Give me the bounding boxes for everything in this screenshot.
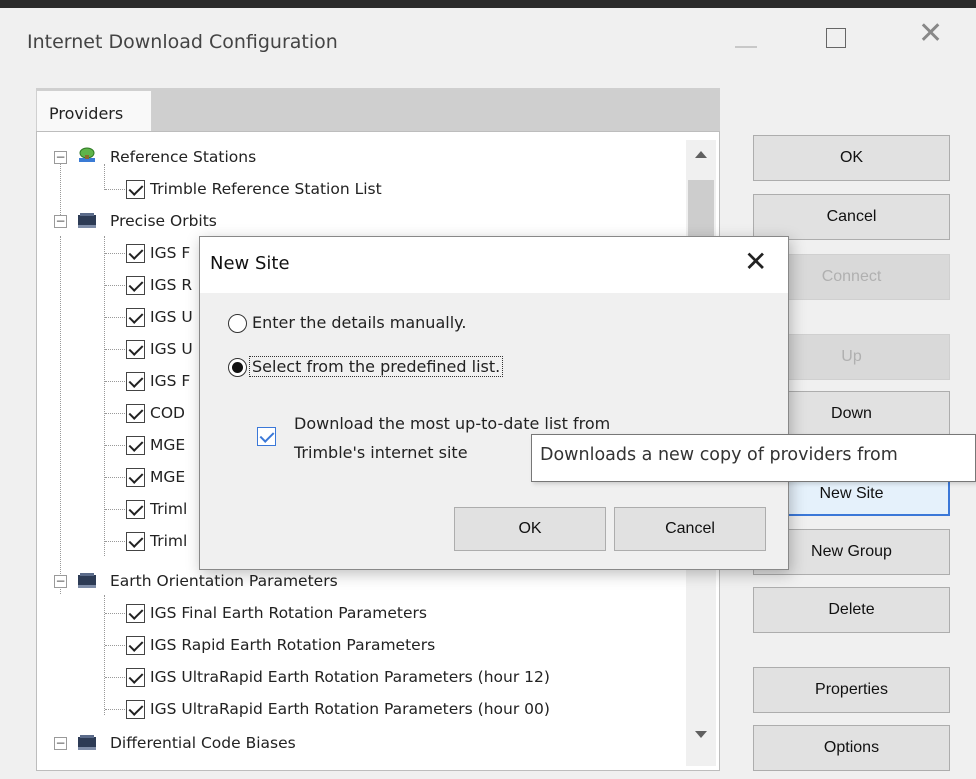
tree-category-precise-orbits[interactable]: − Precise Orbits [44, 206, 684, 236]
collapse-icon[interactable]: − [54, 575, 67, 588]
item-label: Trimble Reference Station List [150, 180, 382, 198]
collapse-icon[interactable]: − [54, 215, 67, 228]
reference-station-icon [79, 147, 95, 162]
item-checkbox[interactable] [126, 532, 145, 551]
item-label: Triml [150, 500, 188, 518]
window-title: Internet Download Configuration [27, 31, 338, 53]
category-label: Earth Orientation Parameters [110, 572, 338, 590]
tree-item[interactable]: IGS Final Earth Rotation Parameters [44, 598, 684, 628]
radio-enter-manually[interactable] [228, 314, 247, 333]
tree-category-reference-stations[interactable]: − Reference Stations [44, 142, 684, 172]
minimize-icon[interactable] [735, 46, 757, 48]
properties-button[interactable]: Properties [753, 667, 950, 713]
item-label: IGS Rapid Earth Rotation Parameters [150, 636, 436, 654]
item-checkbox[interactable] [126, 436, 145, 455]
category-label: Precise Orbits [110, 212, 217, 230]
dialog-ok-button[interactable]: OK [454, 507, 606, 551]
item-label: COD [150, 404, 185, 422]
tree-item[interactable]: IGS UltraRapid Earth Rotation Parameters… [44, 662, 684, 692]
title-bar: Internet Download Configuration ✕ [0, 8, 976, 72]
tree-item[interactable]: IGS UltraRapid Earth Rotation Parameters… [44, 694, 684, 724]
item-label: IGS F [150, 244, 191, 262]
radio-enter-manually-label: Enter the details manually. [252, 313, 467, 332]
new-site-dialog: New Site ✕ Enter the details manually. S… [199, 236, 789, 570]
tab-providers[interactable]: Providers [36, 90, 152, 131]
item-label: Triml [150, 532, 188, 550]
item-label: IGS U [150, 340, 193, 358]
item-checkbox[interactable] [126, 244, 145, 263]
tree-category-differential-code-biases[interactable]: − Differential Code Biases [44, 728, 684, 758]
item-checkbox[interactable] [126, 404, 145, 423]
maximize-icon[interactable] [826, 28, 846, 48]
close-icon[interactable]: ✕ [918, 19, 943, 49]
tree-item[interactable]: Trimble Reference Station List [44, 174, 684, 204]
desktop-strip [0, 0, 976, 8]
earth-orientation-icon [78, 573, 96, 588]
item-checkbox[interactable] [126, 340, 145, 359]
download-latest-label-line1: Download the most up-to-date list from [294, 414, 611, 433]
dialog-title: New Site [210, 253, 290, 274]
item-checkbox[interactable] [126, 468, 145, 487]
item-label: MGE [150, 436, 186, 454]
dialog-title-bar: New Site ✕ [200, 237, 788, 293]
collapse-icon[interactable]: − [54, 151, 67, 164]
tree-item[interactable]: IGS Rapid Earth Rotation Parameters [44, 630, 684, 660]
item-label: IGS U [150, 308, 193, 326]
code-biases-icon [78, 735, 96, 750]
item-checkbox[interactable] [126, 700, 145, 719]
item-label: IGS Final Earth Rotation Parameters [150, 604, 427, 622]
item-checkbox[interactable] [126, 276, 145, 295]
item-label: IGS R [150, 276, 193, 294]
collapse-icon[interactable]: − [54, 737, 67, 750]
item-checkbox[interactable] [126, 500, 145, 519]
orbit-icon [78, 213, 96, 228]
dialog-close-icon[interactable]: ✕ [744, 245, 767, 278]
dialog-cancel-button[interactable]: Cancel [614, 507, 766, 551]
category-label: Reference Stations [110, 148, 257, 166]
item-checkbox[interactable] [126, 308, 145, 327]
download-latest-checkbox[interactable] [257, 427, 276, 446]
radio-select-predefined-label: Select from the predefined list. [248, 356, 504, 377]
tree-category-earth-orientation[interactable]: − Earth Orientation Parameters [44, 566, 684, 596]
item-label: MGE [150, 468, 186, 486]
item-checkbox[interactable] [126, 604, 145, 623]
scroll-down-icon[interactable] [686, 720, 716, 750]
scroll-up-icon[interactable] [686, 140, 716, 170]
item-label: IGS UltraRapid Earth Rotation Parameters… [150, 668, 550, 686]
download-latest-label-line2: Trimble's internet site [294, 443, 468, 462]
cancel-button[interactable]: Cancel [753, 194, 950, 240]
ok-button[interactable]: OK [753, 135, 950, 181]
category-label: Differential Code Biases [110, 734, 296, 752]
item-label: IGS UltraRapid Earth Rotation Parameters… [150, 700, 550, 718]
item-checkbox[interactable] [126, 372, 145, 391]
item-checkbox[interactable] [126, 636, 145, 655]
radio-select-predefined[interactable] [228, 358, 247, 377]
delete-button[interactable]: Delete [753, 587, 950, 633]
item-checkbox[interactable] [126, 668, 145, 687]
item-checkbox[interactable] [126, 180, 145, 199]
download-tooltip: Downloads a new copy of providers from [531, 434, 976, 482]
options-button[interactable]: Options [753, 725, 950, 771]
item-label: IGS F [150, 372, 191, 390]
